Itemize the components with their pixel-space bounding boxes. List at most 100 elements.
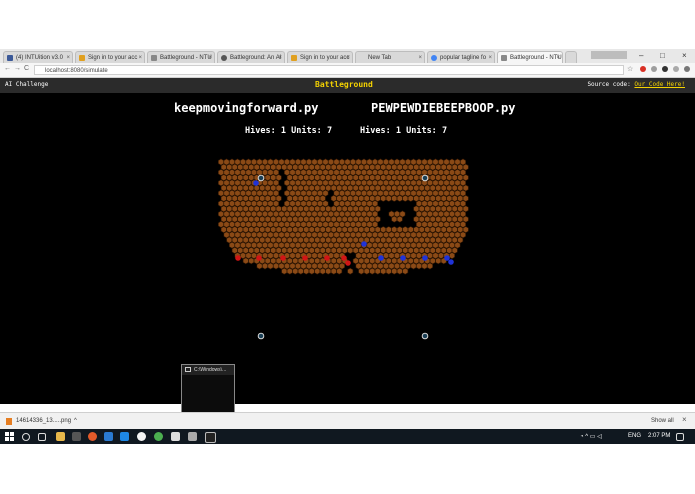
hex-cell bbox=[242, 215, 249, 223]
window-close-button[interactable]: × bbox=[682, 51, 687, 60]
hex-cell bbox=[377, 158, 384, 166]
profile-badge[interactable] bbox=[591, 51, 627, 59]
hex-cell bbox=[256, 220, 263, 228]
forward-arrow-icon[interactable]: → bbox=[14, 65, 21, 72]
hex-cell bbox=[284, 158, 290, 166]
hex-cell bbox=[328, 220, 334, 228]
back-arrow-icon[interactable]: ← bbox=[4, 65, 11, 72]
hex-cell bbox=[303, 163, 310, 171]
clock[interactable]: 2:07 PM bbox=[648, 433, 670, 439]
download-menu-caret-icon[interactable]: ^ bbox=[74, 416, 77, 426]
blue-unit bbox=[378, 255, 384, 261]
hex-cell bbox=[372, 252, 378, 260]
tray-icons[interactable]: ◔ ^ ▭ ◁ bbox=[580, 433, 602, 440]
extension-icon[interactable] bbox=[673, 66, 679, 72]
reload-icon[interactable]: C bbox=[24, 65, 29, 72]
app-icon[interactable] bbox=[188, 432, 197, 441]
download-item[interactable]: 14614336_13.....png ^ bbox=[6, 416, 77, 426]
tab-close-icon[interactable]: × bbox=[208, 52, 212, 63]
tab-close-icon[interactable]: × bbox=[346, 52, 350, 63]
hex-cell bbox=[396, 215, 403, 223]
search-icon[interactable] bbox=[22, 433, 30, 441]
hex-cell bbox=[317, 179, 323, 187]
hex-cell bbox=[440, 184, 447, 192]
tab-close-icon[interactable]: × bbox=[556, 52, 560, 63]
hex-cell bbox=[424, 246, 431, 254]
store-icon[interactable] bbox=[72, 432, 81, 441]
hex-cell bbox=[325, 215, 332, 223]
hex-cell bbox=[231, 184, 238, 192]
app-icon[interactable] bbox=[104, 432, 113, 441]
hex-cell bbox=[339, 241, 345, 249]
browser-firefox-icon[interactable] bbox=[88, 432, 97, 441]
hex-cell bbox=[424, 205, 431, 213]
show-all-button[interactable]: Show all bbox=[651, 416, 674, 426]
hex-cell bbox=[292, 194, 299, 202]
window-maximize-button[interactable]: □ bbox=[660, 51, 665, 60]
window-minimize-button[interactable]: – bbox=[639, 51, 643, 60]
cmd-taskbar-icon[interactable] bbox=[205, 432, 216, 443]
hex-cell bbox=[273, 200, 279, 208]
hex-cell bbox=[402, 163, 409, 171]
hex-cell bbox=[421, 262, 428, 270]
hex-cell bbox=[443, 179, 450, 187]
extension-icon[interactable] bbox=[640, 66, 646, 72]
windows-start-icon[interactable] bbox=[5, 432, 14, 441]
hex-cell bbox=[336, 226, 343, 234]
hex-cell bbox=[330, 194, 337, 202]
hex-cell bbox=[317, 262, 323, 270]
vscode-icon[interactable] bbox=[120, 432, 129, 441]
browser-tab-3[interactable]: Battleground - NTU × bbox=[147, 51, 215, 63]
hex-cell bbox=[344, 231, 351, 239]
menu-icon[interactable] bbox=[684, 66, 690, 72]
tab-close-icon[interactable]: × bbox=[488, 52, 492, 63]
hex-cell bbox=[240, 210, 246, 218]
browser-tab-6[interactable]: New Tab × bbox=[355, 51, 425, 63]
hex-cell bbox=[256, 158, 263, 166]
hex-cell bbox=[308, 226, 315, 234]
tab-close-icon[interactable]: × bbox=[418, 52, 422, 63]
hex-cell bbox=[306, 241, 312, 249]
app-icon[interactable] bbox=[137, 432, 146, 441]
browser-tab-7[interactable]: popular tagline fo × bbox=[427, 51, 495, 63]
hex-cell bbox=[407, 246, 414, 254]
hex-cell bbox=[347, 194, 354, 202]
hex-cell bbox=[446, 163, 453, 171]
notification-icon[interactable] bbox=[676, 433, 684, 441]
hex-cell bbox=[438, 241, 444, 249]
hex-cell bbox=[300, 179, 307, 187]
tab-close-icon[interactable]: × bbox=[138, 52, 142, 63]
hex-cell bbox=[421, 241, 428, 249]
hex-cell bbox=[284, 200, 290, 208]
app-icon[interactable] bbox=[171, 432, 180, 441]
address-input[interactable]: localhost:8080/simulate bbox=[34, 65, 624, 75]
tab-close-icon[interactable]: × bbox=[278, 52, 282, 63]
extension-icon[interactable] bbox=[662, 66, 668, 72]
browser-tab-5[interactable]: Sign in to your acc × bbox=[287, 51, 353, 63]
hex-cell bbox=[418, 194, 425, 202]
hex-cell bbox=[451, 205, 458, 213]
hex-cell bbox=[410, 262, 417, 270]
language-indicator[interactable]: ENG bbox=[628, 433, 641, 439]
browser-tab-8-active[interactable]: Battleground - NTU × bbox=[497, 51, 563, 63]
task-view-icon[interactable] bbox=[38, 433, 46, 441]
hex-cell bbox=[383, 252, 389, 260]
new-tab-button[interactable] bbox=[565, 51, 577, 63]
extension-icon[interactable] bbox=[651, 66, 657, 72]
browser-tab-4[interactable]: Battleground: An AI × bbox=[217, 51, 285, 63]
hex-cell bbox=[399, 189, 406, 197]
chrome-icon[interactable] bbox=[154, 432, 163, 441]
hex-cell bbox=[361, 220, 367, 228]
hex-cell bbox=[369, 194, 376, 202]
hex-cell bbox=[377, 168, 384, 176]
hex-cell bbox=[413, 174, 420, 182]
hex-cell bbox=[311, 158, 318, 166]
download-bar-close-icon[interactable]: × bbox=[682, 415, 687, 424]
hex-cell bbox=[229, 189, 235, 197]
browser-tab-1[interactable]: (4) INTUition v3.0 × bbox=[3, 51, 73, 63]
hex-cell bbox=[229, 200, 235, 208]
browser-tab-2[interactable]: Sign in to your acc × bbox=[75, 51, 145, 63]
bookmark-star-icon[interactable]: ☆ bbox=[627, 65, 633, 73]
tab-close-icon[interactable]: × bbox=[66, 52, 70, 63]
file-explorer-icon[interactable] bbox=[56, 432, 65, 441]
